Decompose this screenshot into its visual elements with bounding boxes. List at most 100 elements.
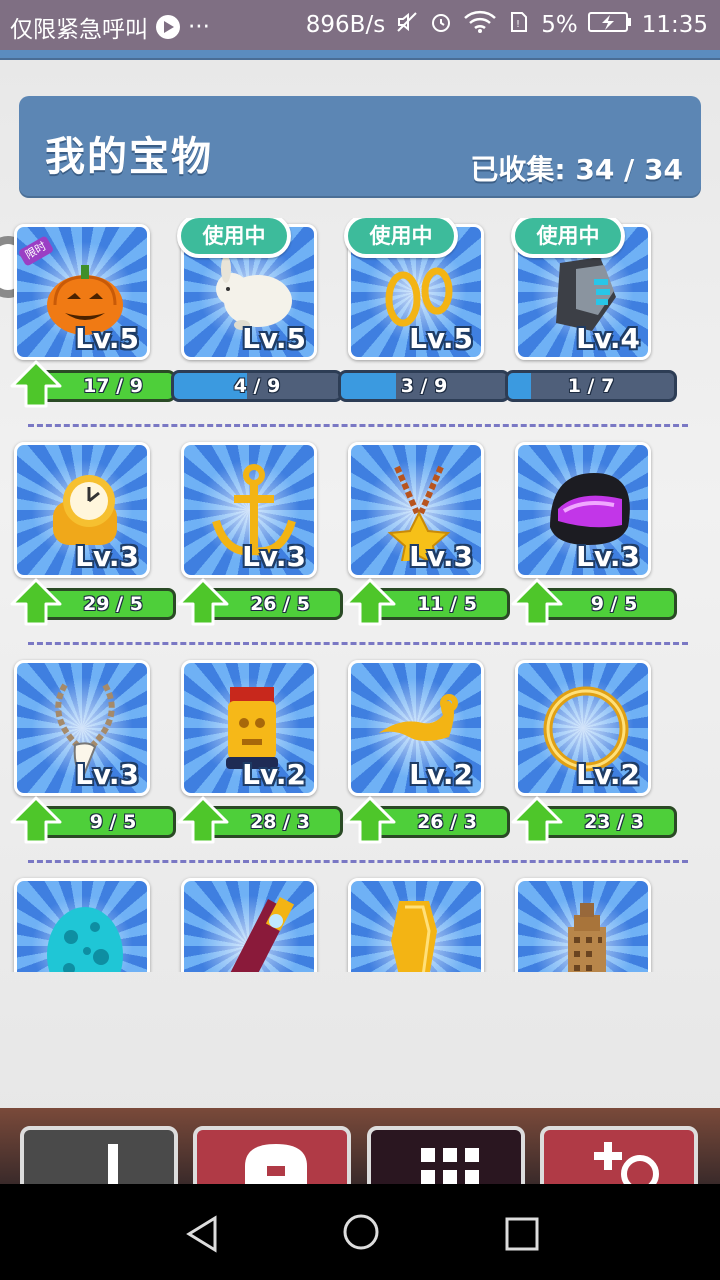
treasure-tile[interactable]: Lv.3	[14, 660, 150, 796]
progress-bar: 4 / 9	[171, 370, 343, 402]
treasure-card[interactable]: Lv.3 26 / 5	[167, 436, 343, 636]
treasure-card[interactable]: Lv.4 使用中 1 / 7	[501, 218, 677, 418]
sim-icon: !	[507, 10, 531, 40]
svg-text:!: !	[516, 19, 520, 30]
system-nav-bar	[0, 1184, 720, 1280]
battery-percent: 5%	[541, 12, 578, 38]
treasure-tile[interactable]: Lv.3	[515, 442, 651, 578]
level-label: Lv.5	[75, 322, 139, 355]
treasure-card[interactable]	[501, 872, 669, 972]
upgrade-arrow-icon	[177, 796, 229, 844]
add-vehicle-icon	[594, 1142, 659, 1184]
more-text: ···	[188, 14, 210, 40]
level-label: Lv.2	[576, 758, 640, 791]
upgrade-arrow-icon	[511, 796, 563, 844]
treasure-card[interactable]: Lv.2 26 / 3	[334, 654, 510, 854]
treasure-card[interactable]	[334, 872, 502, 972]
treasure-card[interactable]: Lv.3 9 / 5	[501, 436, 677, 636]
progress-bar: 3 / 9	[338, 370, 510, 402]
treasure-card[interactable]	[0, 872, 168, 972]
treasure-card[interactable]: Lv.5 使用中 4 / 9	[167, 218, 343, 418]
notification-icon	[156, 15, 180, 39]
mute-icon	[395, 10, 419, 40]
back-icon	[108, 1144, 118, 1184]
upgrade-arrow-icon	[177, 578, 229, 626]
nav-back-button[interactable]	[20, 1126, 178, 1184]
level-label: Lv.2	[409, 758, 473, 791]
treasure-tile[interactable]: Lv.2	[181, 660, 317, 796]
treasure-tile[interactable]	[348, 878, 484, 972]
clock: 11:35	[641, 12, 708, 38]
progress-text: 1 / 7	[567, 375, 615, 397]
treasure-row: Lv.3 29 / 5 Lv.3 26 / 5 Lv.3 11 / 5 Lv.3 9 / 5	[0, 436, 720, 654]
upgrade-arrow-icon	[511, 578, 563, 626]
treasure-card[interactable]: Lv.2 28 / 3	[167, 654, 343, 854]
level-label: Lv.3	[75, 540, 139, 573]
level-label: Lv.4	[576, 322, 640, 355]
level-label: Lv.3	[409, 540, 473, 573]
treasure-tile[interactable]	[14, 878, 150, 972]
level-label: Lv.3	[242, 540, 306, 573]
in-use-badge: 使用中	[177, 218, 291, 258]
upgrade-arrow-icon	[344, 578, 396, 626]
level-label: Lv.2	[242, 758, 306, 791]
nav-treasure-button[interactable]	[193, 1126, 351, 1184]
scroll-icon	[230, 897, 295, 972]
treasure-card[interactable]: Lv.3 29 / 5	[0, 436, 176, 636]
nav-menu-button[interactable]	[367, 1126, 525, 1184]
back-triangle-icon[interactable]	[182, 1214, 222, 1254]
row-divider	[28, 424, 688, 427]
upgrade-arrow-icon	[10, 360, 62, 408]
app-screen: 我的宝物 已收集: 34 / 34 Lv.5 限时 17 / 9 Lv.5 使用中 4 /…	[0, 50, 720, 1184]
treasure-tile[interactable]: Lv.2	[348, 660, 484, 796]
top-strip	[0, 50, 720, 60]
golden-blade-icon	[391, 901, 437, 972]
treasure-header: 我的宝物 已收集: 34 / 34	[19, 96, 701, 196]
treasure-tile[interactable]: Lv.2	[515, 660, 651, 796]
in-use-badge: 使用中	[511, 218, 625, 258]
treasure-card[interactable]: Lv.5 使用中 3 / 9	[334, 218, 510, 418]
treasure-row: Lv.3 9 / 5 Lv.2 28 / 3 Lv.2 26 / 3 Lv.2 23 / 3	[0, 654, 720, 872]
bottom-nav	[0, 1108, 720, 1184]
collected-count: 已收集: 34 / 34	[470, 153, 683, 186]
level-label: Lv.3	[576, 540, 640, 573]
treasure-tile[interactable]	[515, 878, 651, 972]
treasure-card[interactable]	[167, 872, 335, 972]
page-title: 我的宝物	[45, 134, 213, 180]
treasure-tile[interactable]: Lv.3	[14, 442, 150, 578]
treasure-card[interactable]: Lv.5 限时 17 / 9	[0, 218, 176, 418]
treasure-card[interactable]: Lv.3 9 / 5	[0, 654, 176, 854]
in-use-badge: 使用中	[344, 218, 458, 258]
progress-text: 3 / 9	[400, 375, 448, 397]
home-circle-icon[interactable]	[341, 1212, 381, 1252]
recents-square-icon[interactable]	[502, 1214, 542, 1254]
level-label: Lv.5	[242, 322, 306, 355]
treasure-chest-icon	[245, 1144, 307, 1184]
treasure-tile[interactable]: Lv.3	[181, 442, 317, 578]
spotted-egg-icon	[47, 907, 123, 972]
row-divider	[28, 860, 688, 863]
upgrade-arrow-icon	[10, 796, 62, 844]
treasure-card[interactable]: Lv.2 23 / 3	[501, 654, 677, 854]
wifi-icon	[463, 10, 497, 40]
upgrade-arrow-icon	[344, 796, 396, 844]
progress-bar: 1 / 7	[505, 370, 677, 402]
alarm-icon	[429, 10, 453, 40]
level-label: Lv.5	[409, 322, 473, 355]
grid-menu-icon	[421, 1148, 479, 1184]
carrier-text: 仅限紧急呼叫	[10, 17, 148, 43]
network-speed: 896B/s	[305, 12, 386, 38]
tower-icon	[568, 903, 606, 972]
status-bar: 仅限紧急呼叫 ··· 896B/s ! 5% 11:35	[0, 0, 720, 50]
level-label: Lv.3	[75, 758, 139, 791]
progress-text: 4 / 9	[233, 375, 281, 397]
treasure-row: Lv.5 限时 17 / 9 Lv.5 使用中 4 / 9 Lv.5 使用中 3 / 9 Lv.4…	[0, 218, 720, 436]
treasure-tile[interactable]: Lv.3	[348, 442, 484, 578]
treasure-card[interactable]: Lv.3 11 / 5	[334, 436, 510, 636]
upgrade-arrow-icon	[10, 578, 62, 626]
treasure-row	[0, 872, 720, 972]
treasure-tile[interactable]	[181, 878, 317, 972]
treasure-grid[interactable]: Lv.5 限时 17 / 9 Lv.5 使用中 4 / 9 Lv.5 使用中 3 / 9 Lv.4…	[0, 218, 720, 972]
battery-icon	[587, 10, 632, 40]
nav-add-button[interactable]	[540, 1126, 698, 1184]
